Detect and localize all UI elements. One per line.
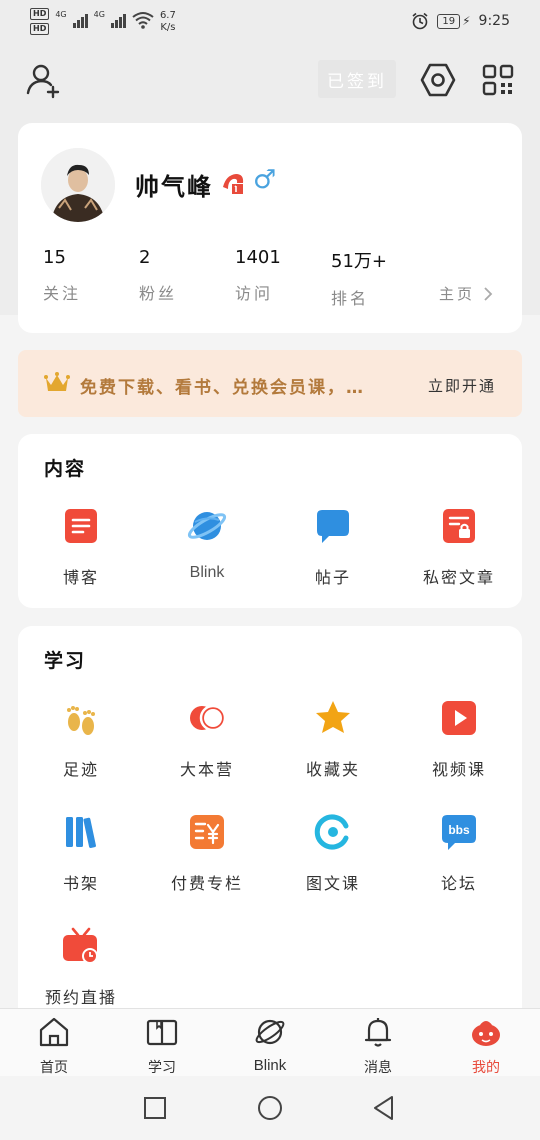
planet-outline-icon xyxy=(255,1019,285,1045)
nav-learn[interactable]: 学习 xyxy=(108,1015,216,1077)
battery-level: 19 xyxy=(437,13,461,29)
grid-item-forum[interactable]: bbs 论坛 xyxy=(396,812,522,894)
checkin-button[interactable]: 已签到 xyxy=(318,60,396,98)
play-icon xyxy=(442,701,476,735)
blog-doc-icon xyxy=(65,509,97,543)
grid-item-blink[interactable]: Blink xyxy=(144,506,270,582)
grid-item-video-course[interactable]: 视频课 xyxy=(396,698,522,780)
learning-section-title: 学习 xyxy=(44,650,87,672)
nav-mine[interactable]: 我的 xyxy=(432,1015,540,1077)
charging-icon: ⚡ xyxy=(462,14,471,28)
status-bar: HD HD 4G 4G 6.7 K/s 19 ⚡ 9:25 xyxy=(0,0,540,44)
clock-time: 9:25 xyxy=(478,13,510,29)
net-speed: 6.7 K/s xyxy=(159,10,176,33)
hd-badge-1: HD xyxy=(30,8,50,20)
home-icon xyxy=(39,1017,69,1047)
qr-code-icon[interactable] xyxy=(478,60,518,100)
vip-banner[interactable]: 免费下载、看书、兑换会员课，… 立即开通 xyxy=(18,350,522,417)
grid-item-footprints[interactable]: 足迹 xyxy=(18,698,144,780)
grid-item-live-booking[interactable]: 预约直播 xyxy=(18,926,144,1008)
footprints-icon xyxy=(67,706,95,735)
nav-blink[interactable]: Blink xyxy=(216,1015,324,1074)
nav-messages[interactable]: 消息 xyxy=(324,1015,432,1077)
grid-item-camp[interactable]: 大本营 xyxy=(144,698,270,780)
system-nav-bar xyxy=(0,1076,540,1140)
nav-home[interactable]: 首页 xyxy=(0,1015,108,1077)
stat-following[interactable]: 15 关注 xyxy=(43,247,81,304)
vip-benefits-text: 免费下载、看书、兑换会员课，… xyxy=(80,378,365,398)
tv-clock-icon xyxy=(63,927,98,964)
mine-mascot-icon xyxy=(472,1021,500,1046)
back-triangle-icon[interactable] xyxy=(368,1092,400,1124)
signal-icon xyxy=(72,12,88,28)
bell-icon xyxy=(364,1018,392,1047)
grid-item-private-articles[interactable]: 私密文章 xyxy=(396,506,522,588)
vip-open-button[interactable]: 立即开通 xyxy=(428,375,496,396)
ring-icon xyxy=(314,814,349,850)
profile-card: 帅气峰 ♂ 15 关注 2 粉丝 1401 访问 51万+ 排名 主页 xyxy=(18,123,522,333)
signal-icon-2 xyxy=(110,12,126,28)
settings-icon[interactable] xyxy=(418,60,458,100)
grid-item-paid-column[interactable]: 付费专栏 xyxy=(144,812,270,894)
grid-item-bookshelf[interactable]: 书架 xyxy=(18,812,144,894)
gender-male-icon: ♂ xyxy=(253,165,277,195)
stat-visits[interactable]: 1401 访问 xyxy=(235,247,281,304)
grid-item-posts[interactable]: 帖子 xyxy=(270,506,396,588)
avatar[interactable] xyxy=(41,148,115,222)
learning-section: 学习 足迹 大本营 收藏夹 视频课 书架 付费专栏 图文课 bbs 论坛 预约直… xyxy=(18,626,522,1026)
network-type-1: 4G xyxy=(55,10,67,19)
circles-icon xyxy=(190,704,227,732)
lock-doc-icon xyxy=(443,509,475,543)
homepage-link[interactable]: 主页 xyxy=(439,283,493,304)
username: 帅气峰 xyxy=(135,173,213,201)
grid-item-blog[interactable]: 博客 xyxy=(18,506,144,588)
recent-apps-icon[interactable] xyxy=(139,1092,171,1124)
bbs-icon: bbs xyxy=(442,815,476,850)
chevron-right-icon xyxy=(484,286,493,301)
books-icon xyxy=(66,817,96,848)
alarm-icon xyxy=(412,12,428,30)
network-type-2: 4G xyxy=(93,10,105,19)
level-badge-icon xyxy=(223,174,244,194)
crown-icon xyxy=(44,372,70,391)
star-icon xyxy=(316,701,350,733)
wifi-icon xyxy=(132,12,154,29)
yuan-doc-icon xyxy=(190,815,224,849)
bottom-nav: 首页 学习 Blink 消息 我的 xyxy=(0,1008,540,1076)
stat-rank[interactable]: 51万+ 排名 xyxy=(331,247,387,309)
content-section: 内容 博客 Blink 帖子 私密文章 xyxy=(18,434,522,608)
planet-icon xyxy=(187,512,227,540)
stat-fans[interactable]: 2 粉丝 xyxy=(139,247,177,304)
chat-bubble-icon xyxy=(317,510,349,543)
book-icon xyxy=(146,1019,178,1046)
home-circle-icon[interactable] xyxy=(254,1092,286,1124)
add-user-icon[interactable] xyxy=(24,60,64,100)
hd-badge-2: HD xyxy=(30,23,50,35)
grid-item-illustrated-course[interactable]: 图文课 xyxy=(270,812,396,894)
content-section-title: 内容 xyxy=(44,458,87,480)
svg-text:bbs: bbs xyxy=(448,823,470,837)
grid-item-favorites[interactable]: 收藏夹 xyxy=(270,698,396,780)
top-toolbar: 已签到 xyxy=(0,52,540,108)
